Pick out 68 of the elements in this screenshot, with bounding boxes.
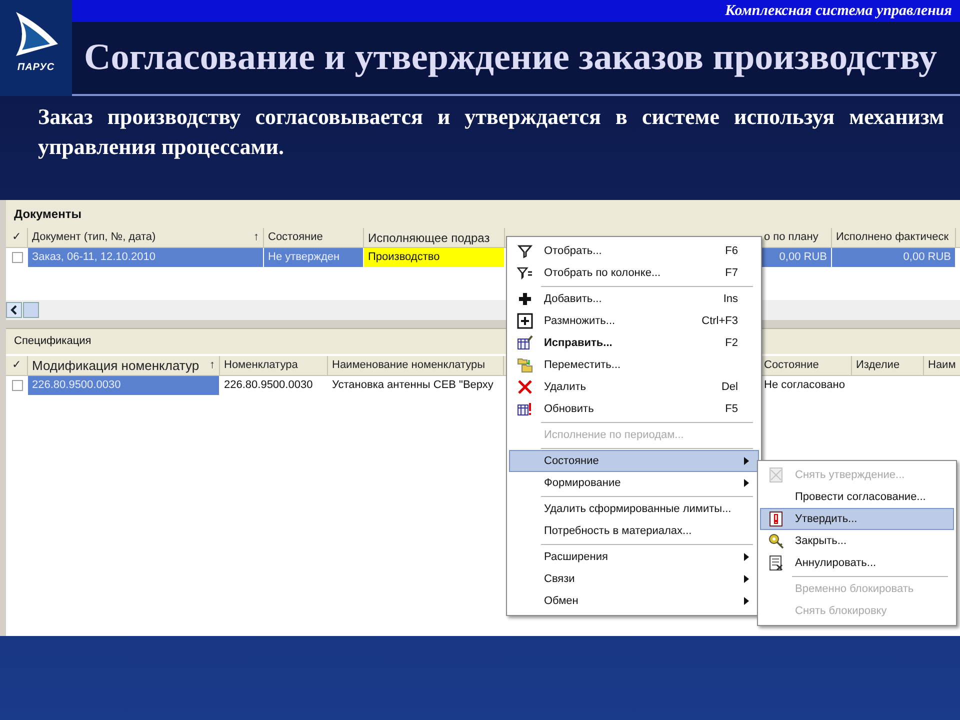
column-header[interactable]: о по плану — [764, 229, 818, 246]
key-icon — [768, 533, 784, 549]
submenu-arrow-icon — [744, 597, 750, 605]
menu-item[interactable]: Обновить F5 — [509, 398, 759, 420]
document-exclamation-icon — [768, 511, 784, 527]
slide-subtitle: Заказ производству согласовывается и утверждается в системе используя механизм управления процессами. — [37, 103, 945, 161]
menu-item[interactable]: Провести согласование... — [760, 486, 954, 508]
menu-item[interactable]: Формирование — [509, 472, 759, 494]
table-cell: Производство — [364, 248, 505, 267]
column-header[interactable]: Наим — [928, 357, 956, 374]
table-cell: 0,00 RUB — [760, 248, 832, 267]
plus-icon — [517, 313, 533, 329]
column-header[interactable]: Исполняющее подраз — [368, 228, 490, 246]
menu-item[interactable]: Закрыть... — [760, 530, 954, 552]
menu-item[interactable]: Аннулировать... — [760, 552, 954, 574]
row-checkbox[interactable] — [12, 252, 22, 263]
menu-item[interactable]: Удалить сформированные лимиты... — [509, 498, 759, 520]
submenu-arrow-icon — [744, 479, 750, 487]
logo-text: ПАРУС — [17, 61, 55, 75]
column-header[interactable]: Изделие — [856, 357, 900, 374]
check-column-header[interactable]: ✓ — [6, 356, 28, 375]
plus-icon — [517, 291, 533, 307]
delete-icon — [517, 379, 533, 395]
column-header[interactable]: Наименование номенклатуры — [332, 357, 486, 374]
filter-icon — [517, 243, 533, 259]
table-cell: 0,00 RUB — [832, 248, 956, 267]
filter-icon — [517, 265, 533, 281]
submenu-arrow-icon — [744, 575, 750, 583]
menu-item[interactable]: Состояние — [509, 450, 759, 472]
sort-arrow: ↑ — [254, 230, 259, 246]
table-cell: Не утвержден — [264, 248, 364, 267]
menu-item[interactable]: Удалить Del — [509, 376, 759, 398]
menu-item[interactable]: Обмен — [509, 590, 759, 612]
column-header[interactable]: Номенклатура — [224, 357, 298, 374]
menu-item[interactable]: Отобрать... F6 — [509, 240, 759, 262]
menu-item[interactable]: Связи — [509, 568, 759, 590]
folders-icon — [517, 357, 533, 373]
menu-item[interactable]: Исправить... F2 — [509, 332, 759, 354]
document-icon — [768, 555, 784, 571]
row-checkbox[interactable] — [12, 380, 22, 391]
column-header[interactable]: Состояние — [764, 357, 819, 374]
panel-title: Документы — [14, 206, 82, 223]
submenu-arrow-icon — [744, 457, 750, 465]
slide-title: Согласование и утверждение заказов производству — [84, 36, 938, 80]
column-header[interactable]: Исполнено фактическ — [836, 229, 949, 246]
column-header[interactable]: Модификация номенклатур — [32, 356, 200, 376]
column-header[interactable]: Документ (тип, №, дата) — [32, 229, 156, 246]
table-cell: 226.80.9500.0030 — [220, 376, 328, 395]
menu-item[interactable]: Потребность в материалах... — [509, 520, 759, 542]
menu-item[interactable]: Отобрать по колонке... F7 — [509, 262, 759, 284]
menu-item[interactable]: Утвердить... — [760, 508, 954, 530]
column-header[interactable]: Состояние — [268, 229, 323, 246]
calendar-pencil-icon — [517, 335, 533, 351]
table-cell: Установка антенны СЕВ "Верху — [328, 376, 504, 395]
panel-title: Спецификация — [14, 334, 92, 350]
menu-item[interactable]: Размножить... Ctrl+F3 — [509, 310, 759, 332]
scroll-left-button[interactable] — [6, 302, 40, 318]
table-cell: 226.80.9500.0030 — [28, 376, 220, 395]
sort-arrow: ↑ — [210, 358, 215, 374]
menu-item[interactable]: Расширения — [509, 546, 759, 568]
menu-item[interactable]: Добавить... Ins — [509, 288, 759, 310]
table-cell: Заказ, 06-11, 12.10.2010 — [28, 248, 264, 267]
document-icon — [768, 467, 784, 483]
check-column-header[interactable]: ✓ — [6, 228, 28, 247]
menu-item[interactable]: Переместить... — [509, 354, 759, 376]
tagline: Комплексная система управления — [725, 2, 952, 21]
calendar-exclamation-icon — [517, 401, 533, 417]
submenu-arrow-icon — [744, 553, 750, 561]
